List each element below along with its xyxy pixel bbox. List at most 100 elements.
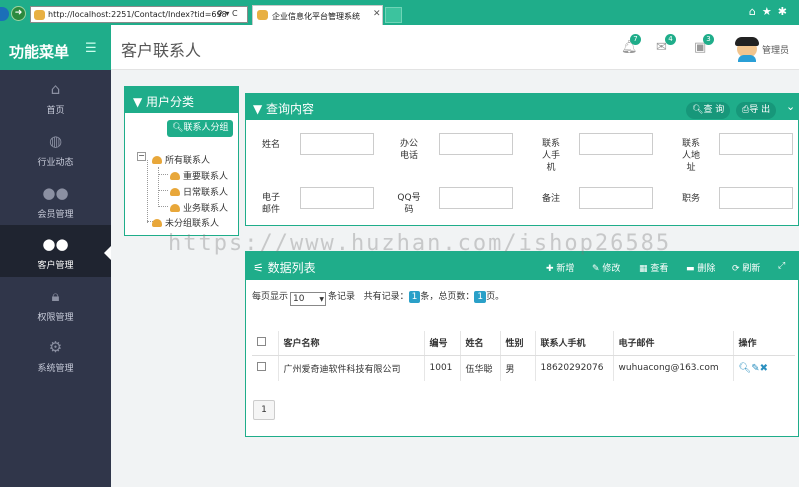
tree-collapse-toggle[interactable]: − xyxy=(137,152,146,161)
address-input[interactable] xyxy=(719,133,793,155)
filter-icon: ▼ xyxy=(253,102,267,116)
task-badge: 3 xyxy=(703,34,714,45)
group-icon xyxy=(152,156,162,164)
search-icon: 🔍︎ xyxy=(692,105,704,115)
browser-icons[interactable]: ⌂★✱ xyxy=(749,5,793,18)
avatar[interactable] xyxy=(735,34,759,62)
back-button[interactable] xyxy=(0,7,9,21)
delete-button[interactable]: ▬ 删除 xyxy=(686,261,715,274)
refresh-button[interactable]: ⟳ 刷新 xyxy=(732,261,760,274)
watermark: https://www.huzhan.com/ishop26585 xyxy=(168,231,672,256)
sidebar-item-label: 首页 xyxy=(46,106,65,116)
notification-badge: 7 xyxy=(630,34,641,45)
cell-name: 伍华聪 xyxy=(460,355,501,381)
tab-title: 企业信息化平台管理系统 xyxy=(272,12,360,21)
sidebar-item-system[interactable]: ⚙ 系统管理 xyxy=(0,328,111,380)
sidebar-item-home[interactable]: ⌂ 首页 xyxy=(0,70,111,122)
view-row-icon[interactable]: 🔍︎ xyxy=(739,363,752,374)
home-icon[interactable]: ⌂ xyxy=(749,5,762,18)
mail-icon[interactable]: ✉ 4 xyxy=(656,34,676,55)
address-bar[interactable]: http://localhost:2251/Contact/Index?tid=… xyxy=(30,6,248,23)
browser-tab[interactable]: 企业信息化平台管理系统 ✕ xyxy=(252,5,383,25)
tree-node-daily[interactable]: 日常联系人 xyxy=(170,185,228,198)
user-name[interactable]: 管理员 xyxy=(762,43,789,56)
view-button[interactable]: ▦ 查看 xyxy=(639,261,668,274)
sidebar-item-label: 权限管理 xyxy=(37,313,74,323)
tree-node-ungrouped[interactable]: 未分组联系人 xyxy=(152,216,219,229)
settings-icon[interactable]: ✱ xyxy=(778,5,793,18)
tasks-icon[interactable]: ▣ 3 xyxy=(694,34,714,55)
table-icon: ▦ xyxy=(639,264,651,274)
user-icon xyxy=(170,204,180,212)
page-size-select[interactable]: 10 xyxy=(290,292,327,306)
category-panel-header: ▼ 用户分类 xyxy=(125,87,238,113)
column-header[interactable]: 姓名 xyxy=(460,331,501,356)
user-icon xyxy=(170,172,180,180)
export-button[interactable]: ⎙导 出 xyxy=(736,102,777,119)
star-icon[interactable]: ★ xyxy=(762,5,778,18)
office-phone-input[interactable] xyxy=(439,133,513,155)
tab-close-icon[interactable]: ✕ xyxy=(373,9,381,19)
page-1-button[interactable]: 1 xyxy=(253,400,275,420)
row-actions: 🔍︎✎✖ xyxy=(733,355,795,381)
column-header: 操作 xyxy=(733,331,795,356)
menu-toggle-icon[interactable]: ☰ xyxy=(85,41,97,56)
edit-row-icon[interactable]: ✎ xyxy=(751,363,759,374)
qq-input[interactable] xyxy=(439,187,513,209)
fullscreen-icon[interactable]: ⤢ xyxy=(778,261,785,271)
lock-icon: 🔒︎ xyxy=(51,287,60,305)
group-icon xyxy=(152,219,162,227)
tree-node-important[interactable]: 重要联系人 xyxy=(170,169,228,182)
minus-icon: ▬ xyxy=(686,264,698,274)
column-header[interactable]: 性别 xyxy=(500,331,536,356)
field-label: 联系人地址 xyxy=(681,139,700,173)
sidebar-title: 功能菜单 xyxy=(9,43,70,61)
list-panel-header: ⚟ 数据列表 xyxy=(246,252,799,280)
site-favicon-icon xyxy=(34,10,45,20)
column-header[interactable]: 联系人手机 xyxy=(535,331,614,356)
edit-button[interactable]: ✎ 修改 xyxy=(592,261,620,274)
sidebar-item-customers[interactable]: ●● 客户管理 xyxy=(0,225,111,277)
column-header[interactable]: 客户名称 xyxy=(278,331,425,356)
sidebar-item-permissions[interactable]: 🔒︎ 权限管理 xyxy=(0,277,111,329)
browser-toolbar: ➜ http://localhost:2251/Contact/Index?ti… xyxy=(0,0,799,25)
field-label: 联系人手机 xyxy=(541,139,560,173)
email-input[interactable] xyxy=(300,187,374,209)
address-text: http://localhost:2251/Contact/Index?tid=… xyxy=(48,10,227,19)
tree-node-business[interactable]: 业务联系人 xyxy=(170,201,228,214)
sidebar-item-label: 系统管理 xyxy=(37,364,74,374)
position-input[interactable] xyxy=(719,187,793,209)
column-header[interactable]: 编号 xyxy=(424,331,461,356)
new-tab-button[interactable] xyxy=(385,7,402,23)
tree-node-all[interactable]: 所有联系人 xyxy=(152,153,210,166)
refresh-icon: ⟳ xyxy=(732,264,743,274)
name-input[interactable] xyxy=(300,133,374,155)
sidebar-item-members[interactable]: ●● 会员管理 xyxy=(0,174,111,226)
customers-icon: ●● xyxy=(42,235,69,253)
bell-icon[interactable]: 🔔︎ 7 xyxy=(621,34,641,55)
data-table: 客户名称 编号 姓名 性别 联系人手机 电子邮件 操作 广州爱奇迪软件科技有限公… xyxy=(252,331,795,381)
collapse-chevron-icon[interactable]: ⌄ xyxy=(786,100,795,113)
column-header[interactable]: 电子邮件 xyxy=(613,331,734,356)
delete-row-icon[interactable]: ✖ xyxy=(760,363,768,374)
mobile-input[interactable] xyxy=(579,133,653,155)
forward-arrow-icon[interactable]: ➜ xyxy=(11,6,26,21)
contact-group-button[interactable]: 🔍︎联系人分组 xyxy=(167,120,234,137)
pencil-icon: ✎ xyxy=(592,264,603,274)
search-button[interactable]: 🔍︎查 询 xyxy=(686,102,731,119)
select-all-checkbox[interactable] xyxy=(257,336,266,346)
field-label: 备注 xyxy=(541,194,560,204)
message-badge: 4 xyxy=(665,34,676,45)
data-list-panel: ⚟ 数据列表 ✚ 新增 ✎ 修改 ▦ 查看 ▬ 删除 ⟳ 刷新 ⤢ 每页显示 10… xyxy=(245,251,799,437)
remark-input[interactable] xyxy=(579,187,653,209)
cell-customer: 广州爱奇迪软件科技有限公司 xyxy=(278,355,425,381)
address-tools[interactable]: ♀ ▾ C xyxy=(217,9,238,18)
pagination-summary: 每页显示10条记录 共有记录：1条，总页数：1页。 xyxy=(252,289,504,306)
field-label: 电子邮件 xyxy=(261,193,280,215)
sidebar-item-label: 客户管理 xyxy=(37,261,74,271)
field-label: 姓名 xyxy=(261,140,280,150)
sidebar-item-industry-news[interactable]: ◍ 行业动态 xyxy=(0,122,111,174)
row-checkbox[interactable] xyxy=(257,362,266,372)
table-row[interactable]: 广州爱奇迪软件科技有限公司 1001 伍华聪 男 18620292076 wuh… xyxy=(252,355,795,381)
add-button[interactable]: ✚ 新增 xyxy=(546,261,574,274)
